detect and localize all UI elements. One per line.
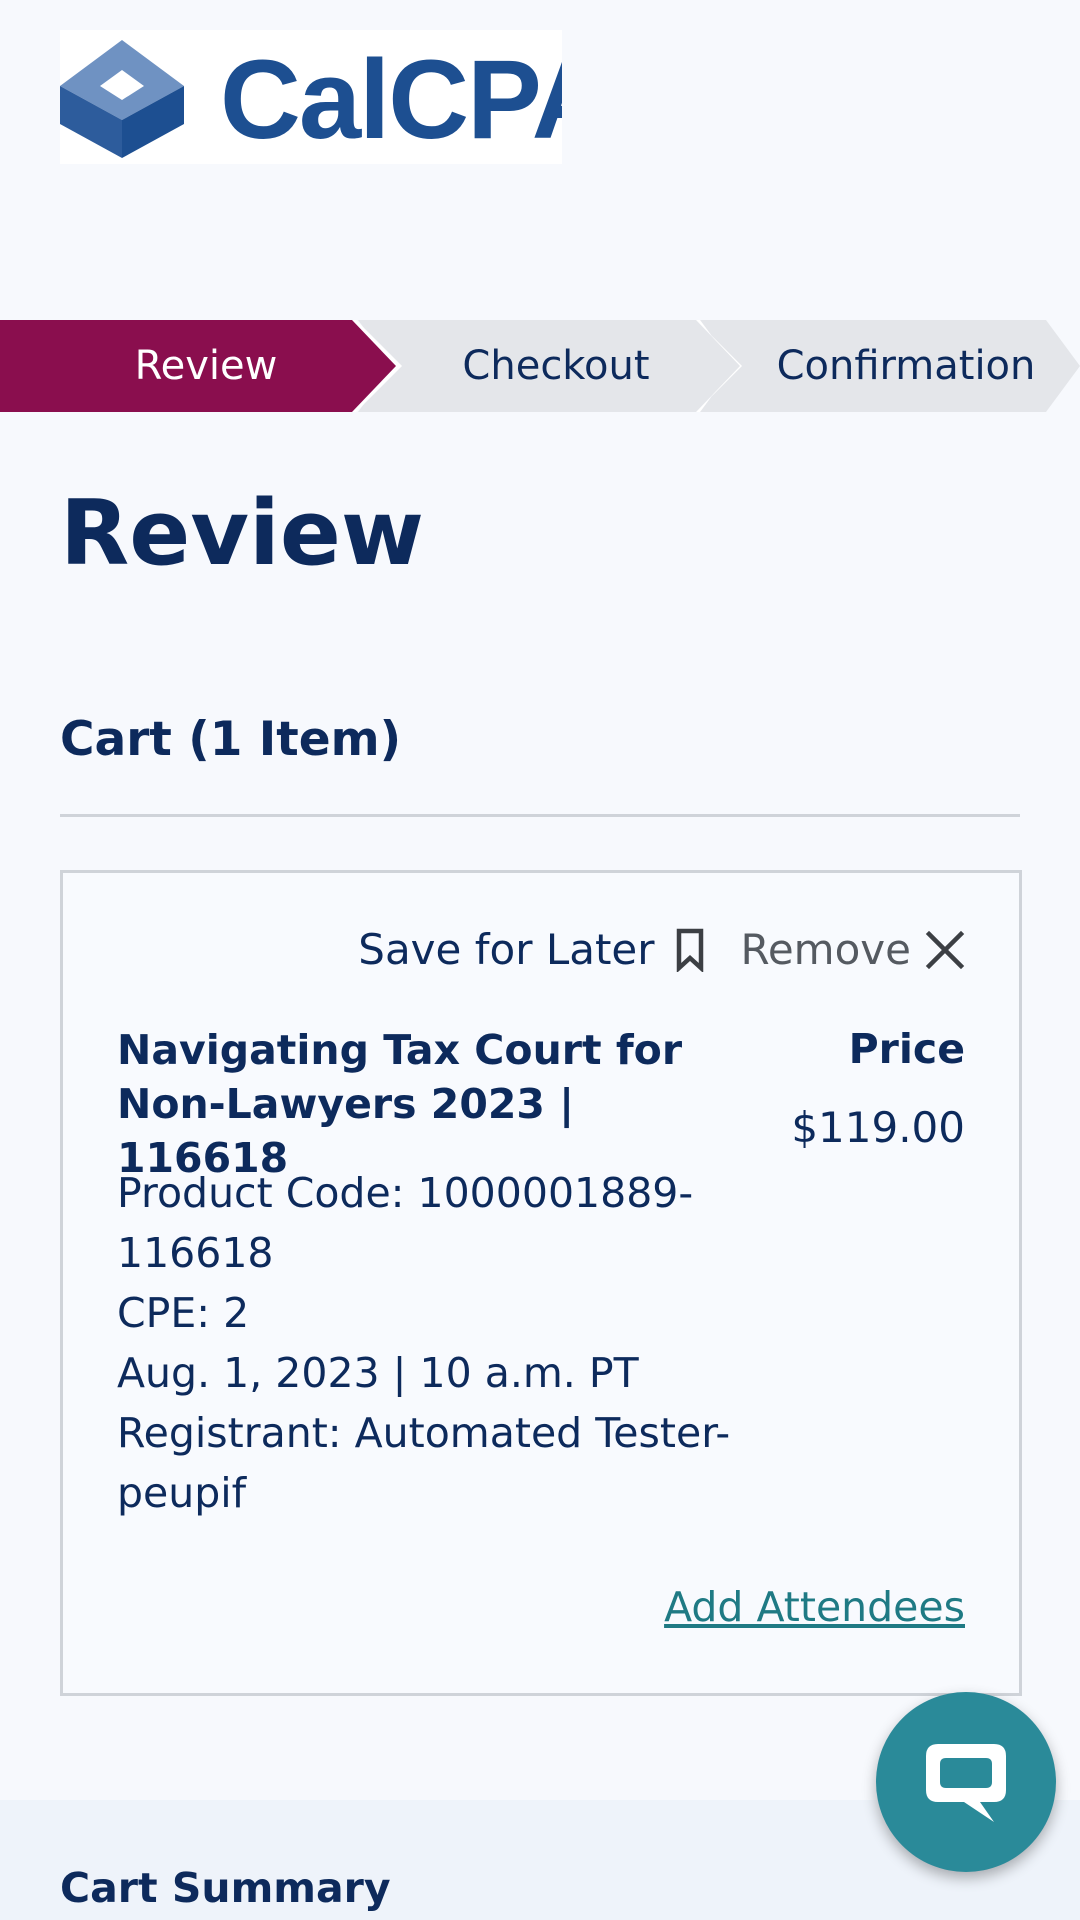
product-details: Product Code: 1000001889-116618 CPE: 2 A… — [117, 1163, 737, 1523]
close-icon — [925, 930, 965, 970]
product-cpe: CPE: 2 — [117, 1289, 250, 1337]
add-attendees-link[interactable]: Add Attendees — [664, 1583, 965, 1631]
logo-mark-icon: CalCPA — [60, 37, 562, 162]
cart-item-card: Save for Later Remove Navigating Tax Cou… — [60, 870, 1022, 1696]
step-review: Review — [134, 343, 278, 389]
product-registrant: Registrant: Automated Tester-peupif — [117, 1409, 731, 1517]
save-for-later-label: Save for Later — [358, 925, 655, 974]
step-confirmation: Confirmation — [776, 343, 1036, 389]
cart-item-actions: Save for Later Remove — [358, 925, 965, 974]
remove-label: Remove — [740, 925, 911, 974]
step-checkout: Checkout — [462, 343, 650, 389]
product-title: Navigating Tax Court for Non-Lawyers 202… — [117, 1026, 683, 1182]
page-title: Review — [60, 481, 425, 586]
remove-button[interactable]: Remove — [741, 925, 965, 974]
product-date: Aug. 1, 2023 | 10 a.m. PT — [117, 1349, 639, 1397]
cart-divider — [60, 814, 1020, 817]
calcpa-logo[interactable]: CalCPA — [60, 30, 562, 164]
price-value: $119.00 — [791, 1103, 965, 1152]
price-label: Price — [848, 1025, 965, 1073]
cart-summary-title: Cart Summary — [60, 1864, 391, 1912]
chat-button[interactable] — [876, 1692, 1056, 1872]
product-code: Product Code: 1000001889-116618 — [117, 1169, 694, 1277]
cart-heading: Cart (1 Item) — [60, 712, 402, 767]
chat-bubble-icon — [926, 1744, 1006, 1822]
save-for-later-button[interactable]: Save for Later — [358, 925, 704, 974]
bookmark-icon — [675, 928, 705, 972]
checkout-stepper: Review Checkout Confirmation — [0, 320, 1080, 412]
svg-text:CalCPA: CalCPA — [220, 37, 562, 162]
